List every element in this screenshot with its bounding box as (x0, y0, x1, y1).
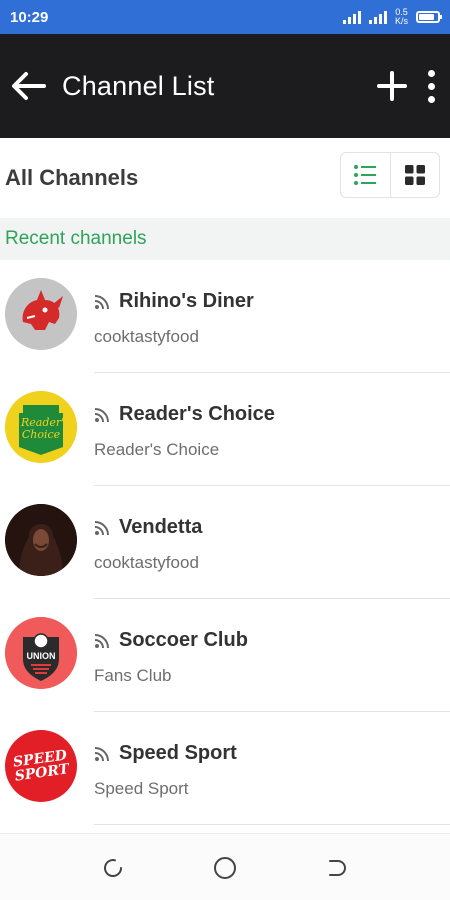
channel-name: Rihino's Diner (119, 290, 254, 312)
recent-apps-button[interactable] (100, 855, 126, 881)
back-nav-button[interactable] (324, 855, 350, 881)
view-toggle (340, 152, 440, 198)
list-view-button[interactable] (341, 153, 391, 197)
battery-icon (416, 11, 442, 23)
signal-icon-2 (368, 10, 387, 24)
rhino-logo-icon (5, 278, 77, 350)
hooded-figure-icon (5, 504, 77, 576)
back-nav-icon (329, 860, 346, 876)
channel-owner: Fans Club (94, 666, 172, 685)
recent-apps-icon (104, 859, 123, 877)
system-nav-bar (0, 833, 450, 900)
status-bar: 10:29 0.5 K/s (0, 0, 450, 34)
avatar: SPEED SPORT (5, 730, 77, 802)
row-text: Reader's Choice Reader's Choice (94, 403, 440, 460)
app-bar: Channel List (0, 34, 450, 138)
section-title: All Channels (5, 165, 139, 190)
speed-sport-logo-text: SPEED SPORT (12, 747, 71, 785)
recent-channels-header: Recent channels (0, 218, 450, 260)
status-time: 10:29 (10, 8, 49, 26)
grid-view-icon (404, 165, 425, 185)
row-title: Vendetta (94, 516, 440, 539)
row-title: Rihino's Diner (94, 290, 440, 313)
avatar (5, 504, 77, 576)
plus-icon (377, 71, 407, 101)
network-speed: 0.5 K/s (395, 8, 408, 26)
rss-icon (94, 520, 109, 535)
divider (94, 824, 450, 825)
row-title: Reader's Choice (94, 403, 440, 426)
channel-row-speed-sport[interactable]: SPEED SPORT Speed Sport Speed Sport (0, 712, 450, 825)
union-logo-text: UNION (26, 651, 56, 661)
rss-icon (94, 407, 109, 422)
row-text: Soccoer Club Fans Club (94, 629, 440, 686)
rss-icon (94, 294, 109, 309)
channel-name: Reader's Choice (119, 403, 275, 425)
grid-view-button[interactable] (391, 153, 440, 197)
list-view-icon (354, 165, 377, 185)
recent-channels-label: Recent channels (5, 228, 147, 249)
channel-name: Vendetta (119, 516, 203, 538)
network-speed-text: 0.5 K/s (394, 7, 408, 26)
more-options-button[interactable] (422, 66, 440, 106)
row-text: Speed Sport Speed Sport (94, 742, 440, 799)
channel-row-readers-choice[interactable]: Reader's Choice Reader's Choice Reader's… (0, 373, 450, 486)
app-actions (374, 66, 440, 106)
avatar: Reader's Choice (5, 391, 77, 463)
section-header: All Channels (0, 138, 450, 218)
channel-row-vendetta[interactable]: Vendetta cooktastyfood (0, 486, 450, 599)
channel-list: Rihino's Diner cooktastyfood Reader's Ch… (0, 260, 450, 825)
avatar: UNION (5, 617, 77, 689)
arrow-left-icon (12, 72, 46, 100)
avatar (5, 278, 77, 350)
channel-owner: Speed Sport (94, 779, 189, 798)
row-title: Soccoer Club (94, 629, 440, 652)
home-button[interactable] (212, 855, 238, 881)
more-vertical-icon (427, 69, 435, 77)
channel-owner: Reader's Choice (94, 440, 220, 459)
page-title: Channel List (62, 70, 215, 101)
row-text: Vendetta cooktastyfood (94, 516, 440, 573)
rss-icon (94, 633, 109, 648)
channel-name: Soccoer Club (119, 629, 248, 651)
battery-fill (419, 14, 435, 20)
add-channel-button[interactable] (374, 66, 410, 106)
channel-row-soccoer-club[interactable]: UNION Soccoer Club Fans Club (0, 599, 450, 712)
back-button[interactable] (8, 66, 48, 106)
channel-owner: cooktastyfood (94, 327, 199, 346)
row-title: Speed Sport (94, 742, 440, 765)
row-text: Rihino's Diner cooktastyfood (94, 290, 440, 347)
home-icon (214, 857, 236, 879)
channel-owner: cooktastyfood (94, 553, 199, 572)
readers-choice-logo-text: Reader's Choice (21, 416, 70, 441)
channel-name: Speed Sport (119, 742, 237, 764)
signal-icon (342, 10, 361, 24)
rss-icon (94, 746, 109, 761)
channel-row-rihinos-diner[interactable]: Rihino's Diner cooktastyfood (0, 260, 450, 373)
status-icons: 0.5 K/s (342, 8, 442, 26)
